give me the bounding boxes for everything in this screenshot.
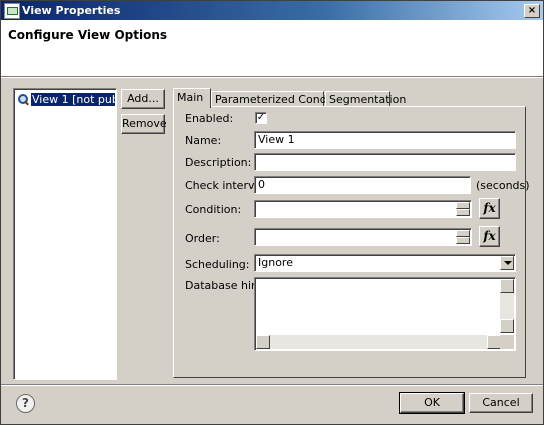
order-spinner[interactable] bbox=[456, 230, 470, 244]
remove-view-button[interactable]: Remove bbox=[121, 114, 167, 134]
order-field[interactable] bbox=[254, 228, 472, 246]
spin-down-icon[interactable] bbox=[456, 209, 470, 216]
view-properties-dialog: View Properties × Configure View Options… bbox=[0, 0, 544, 425]
tab-parameterized-conditions[interactable]: Parameterized Conditions bbox=[211, 91, 357, 107]
window-app-icon bbox=[4, 3, 20, 19]
spin-up-icon[interactable] bbox=[456, 202, 470, 209]
spin-down-icon[interactable] bbox=[456, 237, 470, 244]
window-title: View Properties bbox=[22, 4, 121, 17]
order-label: Order: bbox=[185, 232, 220, 245]
name-label: Name: bbox=[185, 134, 222, 147]
enabled-label: Enabled: bbox=[185, 112, 234, 125]
add-view-button[interactable]: Add... bbox=[121, 89, 165, 109]
horizontal-scrollbar[interactable] bbox=[256, 335, 501, 349]
condition-spinner[interactable] bbox=[456, 202, 470, 216]
scroll-down-icon[interactable] bbox=[500, 319, 514, 333]
scroll-left-icon[interactable] bbox=[256, 335, 270, 349]
banner-divider bbox=[1, 77, 543, 78]
interval-unit-label: (seconds) bbox=[476, 179, 530, 192]
cancel-button[interactable]: Cancel bbox=[469, 393, 533, 413]
scheduling-value: Ignore bbox=[258, 256, 293, 269]
condition-field[interactable] bbox=[254, 200, 472, 218]
views-list[interactable]: View 1 [not publi... bbox=[13, 88, 117, 380]
check-interval-field[interactable]: 0 bbox=[254, 176, 471, 194]
enabled-checkbox[interactable]: ✓ bbox=[255, 112, 267, 124]
title-bar: View Properties × bbox=[1, 1, 543, 20]
scheduling-select[interactable]: Ignore bbox=[254, 254, 516, 272]
scrollbar-corner bbox=[500, 335, 514, 349]
list-item-view-1[interactable]: View 1 [not publi... bbox=[17, 92, 115, 107]
help-icon[interactable]: ? bbox=[16, 394, 35, 413]
name-field[interactable]: View 1 bbox=[254, 131, 516, 149]
chevron-down-icon[interactable] bbox=[500, 256, 514, 270]
scheduling-label: Scheduling: bbox=[185, 258, 250, 271]
header-banner: Configure View Options bbox=[1, 20, 543, 77]
list-item-label: View 1 [not publi... bbox=[31, 93, 115, 106]
scroll-right-icon[interactable] bbox=[487, 335, 501, 349]
tab-segmentation[interactable]: Segmentation bbox=[325, 91, 406, 107]
condition-label: Condition: bbox=[185, 203, 242, 216]
magnifier-icon bbox=[17, 93, 29, 106]
tab-main[interactable]: Main bbox=[173, 88, 211, 108]
condition-fx-button[interactable]: fx bbox=[479, 198, 500, 219]
order-fx-button[interactable]: fx bbox=[479, 226, 500, 247]
close-button[interactable]: × bbox=[524, 4, 540, 18]
description-label: Description: bbox=[185, 156, 252, 169]
footer-divider-highlight bbox=[1, 385, 543, 386]
scroll-up-icon[interactable] bbox=[500, 279, 514, 293]
ok-button[interactable]: OK bbox=[399, 392, 465, 414]
spin-up-icon[interactable] bbox=[456, 230, 470, 237]
vertical-scrollbar[interactable] bbox=[500, 279, 514, 333]
page-title: Configure View Options bbox=[8, 28, 168, 42]
description-field[interactable] bbox=[254, 153, 516, 171]
database-hints-textarea[interactable] bbox=[254, 277, 516, 351]
